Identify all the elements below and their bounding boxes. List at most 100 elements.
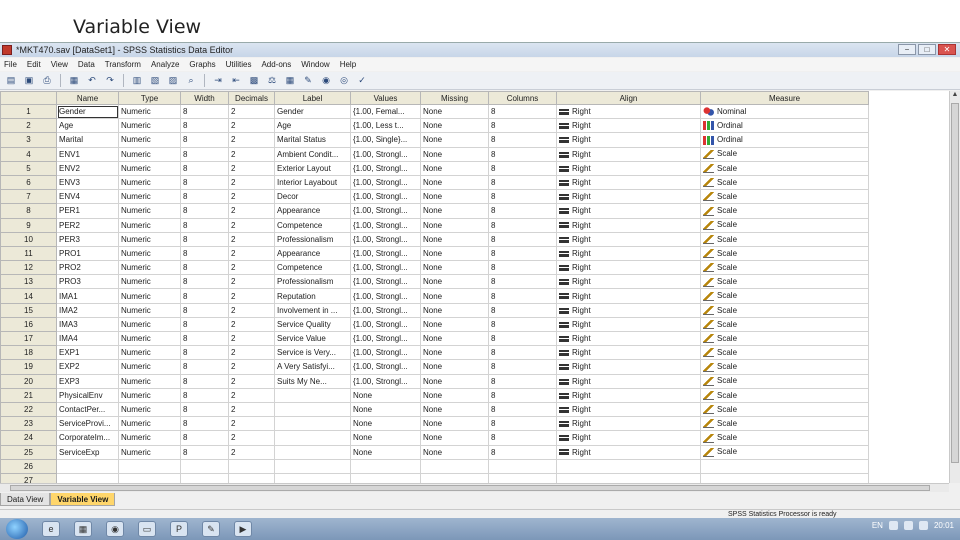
missing-cell[interactable] <box>420 458 489 474</box>
width-cell[interactable] <box>180 458 229 474</box>
menu-edit[interactable]: Edit <box>27 60 41 69</box>
pdf-icon[interactable]: ▶ <box>234 521 252 537</box>
type-cell[interactable]: Numeric <box>118 444 181 460</box>
row-number-header[interactable] <box>0 91 57 105</box>
values-cell[interactable]: {1.00, Femal... <box>350 103 421 120</box>
align-cell[interactable]: Right <box>556 387 701 403</box>
table-row[interactable]: 19 EXP2 Numeric 8 2 A Very Satisfyi... {1.00, … <box>0 359 869 375</box>
missing-cell[interactable]: None <box>420 330 489 347</box>
row-number[interactable]: 25 <box>0 444 57 460</box>
decimals-cell[interactable]: 2 <box>228 288 275 304</box>
values-cell[interactable]: {1.00, Strongl... <box>350 189 421 205</box>
table-row[interactable]: 1 Gender Numeric 8 2 Gender {1.00, Femal... Non… <box>0 103 869 120</box>
align-cell[interactable]: Right <box>556 302 701 318</box>
missing-cell[interactable]: None <box>420 373 489 389</box>
type-cell[interactable]: Numeric <box>118 103 181 120</box>
measure-cell[interactable]: Scale <box>700 217 869 233</box>
menu-add-ons[interactable]: Add-ons <box>261 60 291 69</box>
row-number[interactable]: 27 <box>0 472 57 483</box>
row-number[interactable]: 9 <box>0 217 57 233</box>
label-cell[interactable]: Involvement in ... <box>274 302 351 318</box>
label-cell[interactable]: Interior Layabout <box>274 174 351 191</box>
missing-cell[interactable]: None <box>420 217 489 233</box>
label-cell[interactable]: A Very Satisfyi... <box>274 359 351 375</box>
type-cell[interactable]: Numeric <box>118 132 181 148</box>
width-cell[interactable]: 8 <box>180 330 229 347</box>
redo-icon[interactable]: ↷ <box>103 74 117 88</box>
label-cell[interactable]: Suits My Ne... <box>274 373 351 389</box>
decimals-cell[interactable]: 2 <box>228 345 275 361</box>
row-number[interactable]: 3 <box>0 132 57 148</box>
row-number[interactable]: 12 <box>0 260 57 276</box>
variable-name-cell[interactable]: IMA1 <box>56 288 119 304</box>
width-cell[interactable]: 8 <box>180 118 229 134</box>
align-cell[interactable] <box>556 458 701 474</box>
label-cell[interactable] <box>274 458 351 474</box>
width-cell[interactable]: 8 <box>180 217 229 233</box>
column-header[interactable]: Type <box>118 91 181 105</box>
align-cell[interactable]: Right <box>556 174 701 191</box>
row-number[interactable]: 16 <box>0 316 57 333</box>
measure-cell[interactable]: Scale <box>700 373 869 389</box>
width-cell[interactable]: 8 <box>180 373 229 389</box>
missing-cell[interactable]: None <box>420 203 489 219</box>
align-cell[interactable]: Right <box>556 444 701 460</box>
measure-cell[interactable]: Scale <box>700 444 869 460</box>
type-cell[interactable]: Numeric <box>118 231 181 247</box>
align-cell[interactable]: Right <box>556 416 701 432</box>
variable-name-cell[interactable]: PER1 <box>56 203 119 219</box>
values-cell[interactable]: {1.00, Strongl... <box>350 302 421 318</box>
split-file-icon[interactable]: ▩ <box>247 74 261 88</box>
align-cell[interactable]: Right <box>556 103 701 120</box>
values-cell[interactable] <box>350 458 421 474</box>
missing-cell[interactable]: None <box>420 444 489 460</box>
values-cell[interactable]: {1.00, Strongl... <box>350 274 421 290</box>
width-cell[interactable] <box>180 472 229 483</box>
network-icon[interactable] <box>903 521 913 530</box>
type-cell[interactable]: Numeric <box>118 160 181 176</box>
row-number[interactable]: 6 <box>0 174 57 191</box>
label-cell[interactable]: Exterior Layout <box>274 160 351 176</box>
measure-cell[interactable]: Scale <box>700 345 869 361</box>
align-cell[interactable]: Right <box>556 401 701 418</box>
width-cell[interactable]: 8 <box>180 288 229 304</box>
columns-cell[interactable]: 8 <box>488 160 557 176</box>
measure-cell[interactable]: Ordinal <box>700 118 869 134</box>
columns-cell[interactable]: 8 <box>488 330 557 347</box>
columns-cell[interactable]: 8 <box>488 245 557 262</box>
width-cell[interactable]: 8 <box>180 103 229 120</box>
select-cases-icon[interactable]: ▦ <box>283 74 297 88</box>
label-cell[interactable]: Appearance <box>274 245 351 262</box>
table-row[interactable]: 17 IMA4 Numeric 8 2 Service Value {1.00, Stron… <box>0 330 869 347</box>
table-row[interactable]: 16 IMA3 Numeric 8 2 Service Quality {1.00, Str… <box>0 316 869 333</box>
insert-variable-icon[interactable]: ⇤ <box>229 74 243 88</box>
row-number[interactable]: 17 <box>0 330 57 347</box>
menu-utilities[interactable]: Utilities <box>226 60 252 69</box>
columns-cell[interactable] <box>488 472 557 483</box>
values-cell[interactable]: None <box>350 416 421 432</box>
missing-cell[interactable]: None <box>420 132 489 148</box>
column-header[interactable]: Missing <box>420 91 489 105</box>
column-header[interactable]: Label <box>274 91 351 105</box>
type-cell[interactable]: Numeric <box>118 118 181 134</box>
table-row[interactable]: 11 PRO1 Numeric 8 2 Appearance {1.00, Strongl.… <box>0 245 869 262</box>
label-cell[interactable]: Reputation <box>274 288 351 304</box>
align-cell[interactable]: Right <box>556 330 701 347</box>
decimals-cell[interactable]: 2 <box>228 387 275 403</box>
goto-case-icon[interactable]: ▥ <box>130 74 144 88</box>
firefox-icon[interactable]: ◉ <box>106 521 124 537</box>
measure-cell[interactable] <box>700 458 869 474</box>
decimals-cell[interactable] <box>228 458 275 474</box>
ie-icon[interactable]: e <box>42 521 60 537</box>
goto-variable-icon[interactable]: ▧ <box>148 74 162 88</box>
table-row[interactable]: 4 ENV1 Numeric 8 2 Ambient Condit... {1.00, St… <box>0 146 869 162</box>
decimals-cell[interactable]: 2 <box>228 430 275 446</box>
tab-variable-view[interactable]: Variable View <box>50 493 116 506</box>
label-cell[interactable]: Service Value <box>274 330 351 347</box>
label-cell[interactable]: Marital Status <box>274 132 351 148</box>
width-cell[interactable]: 8 <box>180 274 229 290</box>
decimals-cell[interactable]: 2 <box>228 217 275 233</box>
measure-cell[interactable]: Scale <box>700 260 869 276</box>
decimals-cell[interactable]: 2 <box>228 401 275 418</box>
columns-cell[interactable]: 8 <box>488 359 557 375</box>
